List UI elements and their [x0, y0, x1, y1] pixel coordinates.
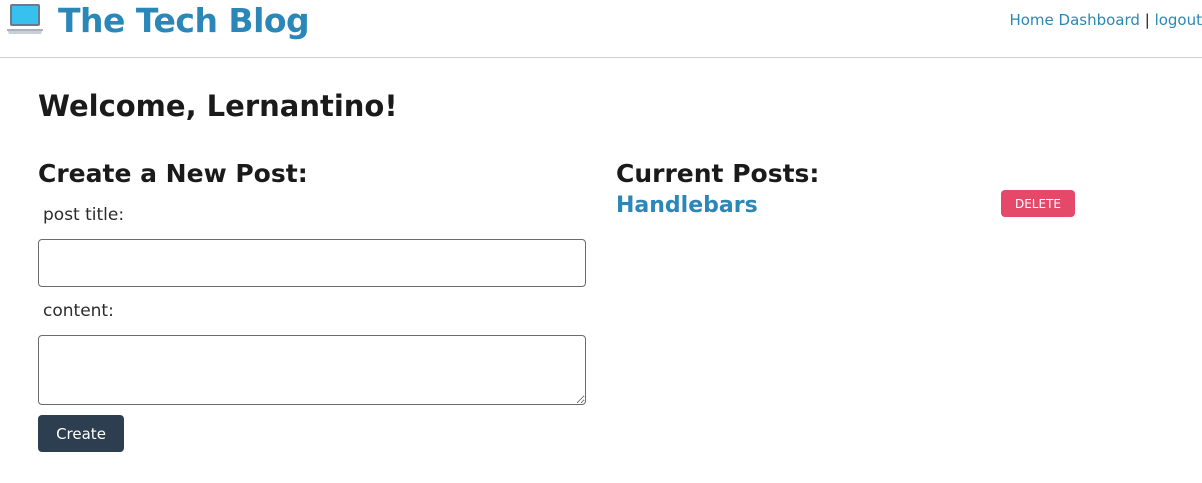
post-item: Handlebars DELETE: [616, 190, 1076, 225]
post-title-link[interactable]: Handlebars: [616, 193, 758, 218]
content-textarea[interactable]: [38, 335, 586, 405]
nav-separator: |: [1144, 11, 1150, 29]
welcome-heading: Welcome, Lernantino!: [38, 89, 398, 123]
create-post-section: Create a New Post: post title: content: …: [38, 157, 586, 452]
nav-home-link[interactable]: Home: [1009, 11, 1053, 29]
content-label: content:: [43, 301, 114, 321]
delete-button[interactable]: DELETE: [1001, 190, 1075, 217]
current-posts-heading: Current Posts:: [616, 159, 820, 188]
nav-logout-link[interactable]: logout: [1155, 11, 1202, 29]
post-title-input[interactable]: [38, 239, 586, 287]
header: The Tech Blog Home Dashboard | logout: [0, 0, 1202, 58]
create-button[interactable]: Create: [38, 415, 124, 452]
post-title-label: post title:: [43, 205, 125, 225]
site-title[interactable]: The Tech Blog: [58, 1, 310, 40]
create-post-heading: Create a New Post:: [38, 159, 308, 188]
nav-dashboard-link[interactable]: Dashboard: [1059, 11, 1140, 29]
top-nav: Home Dashboard | logout: [1009, 11, 1202, 29]
brand: The Tech Blog: [6, 0, 310, 40]
laptop-icon: [7, 4, 43, 34]
current-posts-section: Current Posts: Handlebars DELETE: [616, 157, 1076, 225]
